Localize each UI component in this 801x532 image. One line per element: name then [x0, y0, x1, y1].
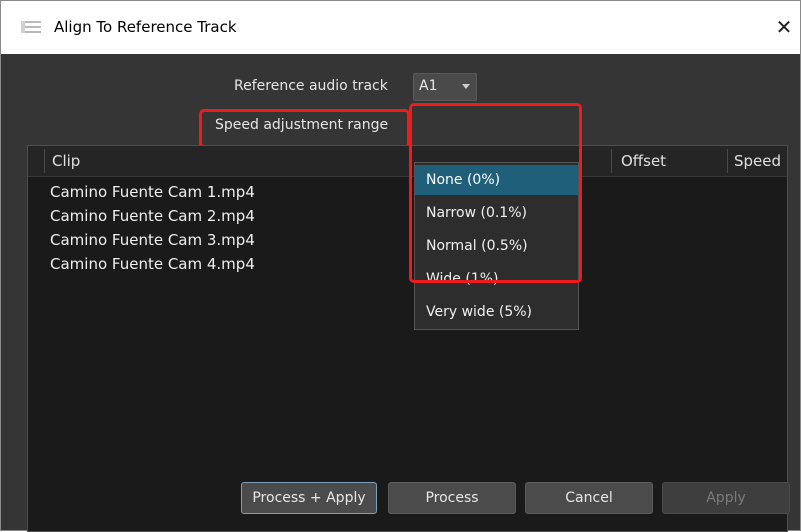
window-title: Align To Reference Track: [54, 18, 237, 36]
table-row[interactable]: Camino Fuente Cam 1.mp4: [50, 180, 255, 204]
column-header-speed[interactable]: Speed: [734, 152, 781, 170]
speed-option-very-wide[interactable]: Very wide (5%): [415, 297, 578, 327]
align-dialog-window: Align To Reference Track ✕ Reference aud…: [0, 0, 801, 532]
column-header-offset[interactable]: Offset: [621, 152, 666, 170]
cancel-button[interactable]: Cancel: [525, 482, 653, 514]
table-row[interactable]: Camino Fuente Cam 3.mp4: [50, 228, 255, 252]
header-divider: [727, 149, 728, 173]
list-icon: [21, 19, 43, 37]
table-header: Clip Offset Speed: [28, 146, 787, 177]
process-button[interactable]: Process: [388, 482, 516, 514]
reference-audio-track-label: Reference audio track: [234, 78, 388, 94]
column-header-clip[interactable]: Clip: [52, 152, 80, 170]
speed-adjustment-range-label: Speed adjustment range: [215, 117, 389, 133]
dropdown-highlight: [409, 103, 582, 283]
table-row[interactable]: Camino Fuente Cam 2.mp4: [50, 204, 255, 228]
reference-audio-track-select[interactable]: A1: [413, 73, 477, 101]
clip-table[interactable]: Clip Offset Speed Camino Fuente Cam 1.mp…: [27, 145, 788, 532]
reference-audio-track-value: A1: [419, 78, 438, 94]
table-row[interactable]: Camino Fuente Cam 4.mp4: [50, 252, 255, 276]
process-apply-button[interactable]: Process + Apply: [241, 482, 377, 514]
close-icon[interactable]: ✕: [771, 14, 797, 40]
dialog-body: Reference audio track A1 Speed adjustmen…: [1, 54, 800, 532]
chevron-down-icon: [462, 84, 470, 89]
table-rows: Camino Fuente Cam 1.mp4 Camino Fuente Ca…: [50, 180, 255, 276]
header-divider: [44, 149, 45, 173]
apply-button[interactable]: Apply: [662, 482, 790, 514]
header-divider: [611, 149, 612, 173]
title-bar[interactable]: Align To Reference Track ✕: [1, 1, 800, 54]
